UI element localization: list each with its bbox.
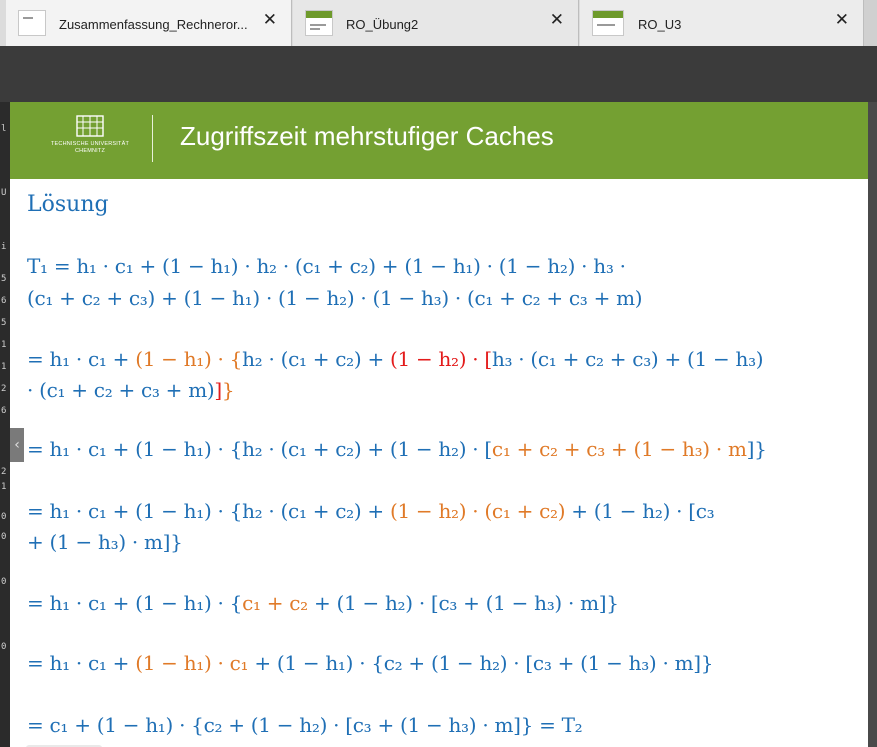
strip-char: U: [1, 188, 7, 198]
tab-ro-uebung2[interactable]: RO_Übung2 ✕: [293, 0, 579, 46]
equation-line: = c₁ + (1 − h₁) · {c₂ + (1 − h₂) · [c₃ +…: [27, 713, 583, 737]
slide-title: Zugriffszeit mehrstufiger Caches: [180, 121, 554, 151]
tab-title: RO_Übung2: [346, 17, 419, 32]
logo-text: TECHNISCHE UNIVERSITÄT CHEMNITZ: [50, 141, 130, 154]
tab-ro-u3[interactable]: RO_U3 ✕: [580, 0, 864, 46]
equation-line: = h₁ · c₁ + (1 − h₁) · c₁ + (1 − h₁) · {…: [27, 651, 714, 675]
strip-char: i: [1, 242, 7, 252]
strip-char: 5: [1, 318, 7, 328]
strip-char: 6: [1, 296, 7, 306]
equation-line: = h₁ · c₁ + (1 − h₁) · {h₂ · (c₁ + c₂) +…: [27, 499, 715, 523]
tab-thumbnail: [305, 10, 333, 36]
equation-line: · (c₁ + c₂ + c₃ + m)]}: [27, 378, 235, 402]
strip-char: 5: [1, 274, 7, 284]
chevron-left-icon[interactable]: ‹: [10, 428, 24, 462]
strip-char: 2: [1, 384, 7, 394]
equation-line: = h₁ · c₁ + (1 − h₁) · {h₂ · (c₁ + c₂) +…: [27, 347, 764, 371]
close-icon[interactable]: ✕: [835, 12, 849, 29]
close-icon[interactable]: ✕: [263, 12, 277, 29]
equation-line: T₁ = h₁ · c₁ + (1 − h₁) · h₂ · (c₁ + c₂)…: [27, 254, 626, 278]
tu-chemnitz-logo: TECHNISCHE UNIVERSITÄT CHEMNITZ: [40, 115, 140, 167]
tab-title: Zusammenfassung_Rechneror...: [59, 17, 248, 32]
strip-char: 0: [1, 642, 7, 652]
equation-line: = h₁ · c₁ + (1 − h₁) · {h₂ · (c₁ + c₂) +…: [27, 437, 767, 461]
left-panel-strip: l U i 5 6 5 1 1 2 6 2 1 0 0 0 0: [0, 102, 10, 747]
strip-char: 0: [1, 532, 7, 542]
tab-bar: Zusammenfassung_Rechneror... ✕ RO_Übung2…: [0, 0, 877, 46]
strip-char: 1: [1, 362, 7, 372]
tab-zusammenfassung[interactable]: Zusammenfassung_Rechneror... ✕: [6, 0, 292, 46]
close-icon[interactable]: ✕: [550, 12, 564, 29]
strip-char: l: [1, 124, 7, 134]
equation-line: (c₁ + c₂ + c₃) + (1 − h₁) · (1 − h₂) · (…: [27, 286, 643, 310]
equation-line: = h₁ · c₁ + (1 − h₁) · {c₁ + c₂ + (1 − h…: [27, 591, 619, 615]
viewer-toolbar: [0, 46, 877, 102]
strip-char: 1: [1, 340, 7, 350]
tab-thumbnail: [18, 10, 46, 36]
right-panel-strip: [868, 102, 877, 747]
tab-title: RO_U3: [638, 17, 682, 32]
strip-char: 0: [1, 512, 7, 522]
header-divider: [152, 115, 153, 162]
tab-bar-scroll: [864, 0, 877, 46]
tab-thumbnail: [592, 10, 624, 36]
equation-line: + (1 − h₃) · m]}: [27, 530, 183, 554]
slide-header: TECHNISCHE UNIVERSITÄT CHEMNITZ Zugriffsz…: [10, 102, 868, 179]
strip-char: 1: [1, 482, 7, 492]
slide: TECHNISCHE UNIVERSITÄT CHEMNITZ Zugriffsz…: [10, 102, 868, 747]
strip-char: 6: [1, 406, 7, 416]
strip-char: 0: [1, 577, 7, 587]
building-icon: [76, 115, 104, 137]
solution-heading: Lösung: [27, 192, 109, 217]
strip-char: 2: [1, 467, 7, 477]
